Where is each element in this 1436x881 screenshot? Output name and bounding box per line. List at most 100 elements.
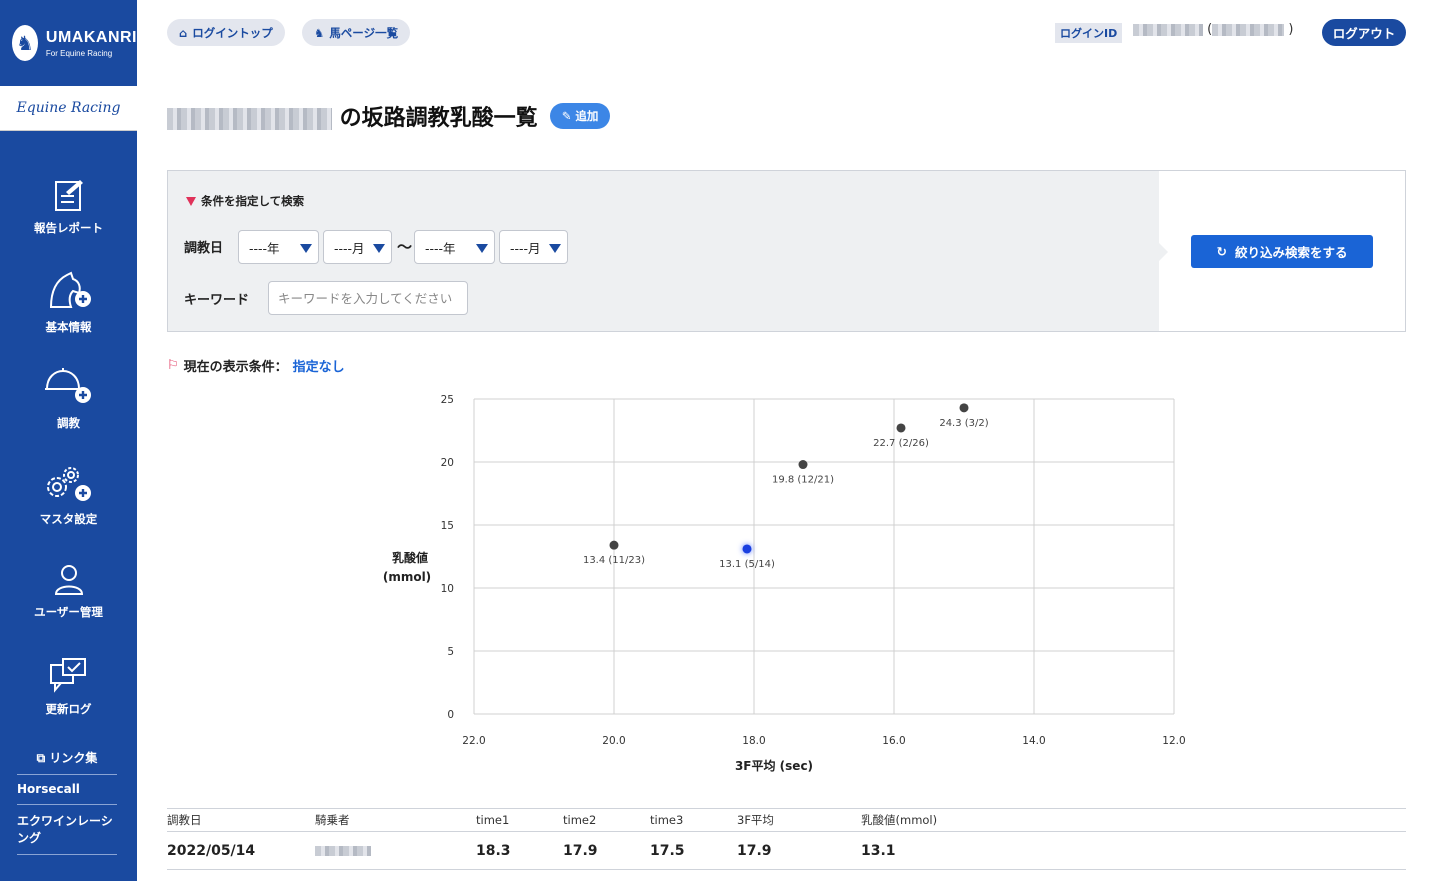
redacted-horse-name <box>167 108 332 130</box>
nav-item-training[interactable]: 調教 <box>0 351 137 447</box>
flag-icon: ⚐ <box>167 358 179 373</box>
cell-lactate: 13.1 <box>861 842 896 859</box>
cell-3f-avg: 17.9 <box>737 842 772 859</box>
gears-plus-icon <box>46 467 91 501</box>
training-table: 調教日 騎乗者 time1 time2 time3 3F平均 乳酸値(mmol)… <box>167 808 1406 870</box>
chevron-down-icon <box>300 244 312 253</box>
filter-search-button[interactable]: ↻ 絞り込み検索をする <box>1191 235 1373 268</box>
login-top-button[interactable]: ⌂ ログイントップ <box>167 19 285 46</box>
links-collection[interactable]: ⧉ リンク集 <box>17 742 117 775</box>
chat-check-icon <box>49 658 86 693</box>
user-icon <box>54 565 83 595</box>
lactate-scatter-chart: 22.0 20.0 18.0 16.0 14.0 12.0 25 20 15 10 5 0 3F平均 (… <box>383 394 1186 773</box>
brand-name: UMAKANRI <box>45 28 137 46</box>
x-axis-label: 3F平均 (sec) <box>735 758 813 773</box>
horse-logo-icon: ♞ <box>12 25 38 61</box>
table-row[interactable]: 2022/05/14 18.3 17.9 17.5 17.9 13.1 <box>167 832 1406 870</box>
nav-item-master-settings[interactable]: マスタ設定 <box>0 447 137 543</box>
x-tick-label: 16.0 <box>882 735 905 747</box>
nav-item-report[interactable]: 報告レポート <box>0 159 137 255</box>
cell-date: 2022/05/14 <box>167 842 256 859</box>
header-time3: time3 <box>650 813 684 827</box>
link-horsecall[interactable]: Horsecall <box>17 775 117 805</box>
refresh-icon: ↻ <box>1216 244 1227 259</box>
nav-item-update-log[interactable]: 更新ログ <box>0 639 137 735</box>
data-point <box>798 460 808 470</box>
main-content: ⌂ ログイントップ ♞ 馬ページ一覧 ログインID ( ) ログアウト の坂路調… <box>167 0 1406 881</box>
top-bar: ⌂ ログイントップ ♞ 馬ページ一覧 ログインID ( ) ログアウト <box>167 19 1406 47</box>
brand-tagline: For Equine Racing <box>45 48 113 58</box>
y-axis-unit-label: (mmol) <box>383 570 431 584</box>
y-tick-label: 0 <box>447 709 454 721</box>
external-link-icon: ⧉ <box>36 751 46 765</box>
nav-label: 基本情報 <box>45 320 92 334</box>
partner-logo[interactable]: Equine Racing <box>0 86 137 131</box>
chevron-down-icon <box>373 244 385 253</box>
redacted-user-id <box>1133 23 1203 36</box>
data-label: 13.1 (5/14) <box>719 559 775 570</box>
month-from-select[interactable]: ----月 <box>323 230 392 264</box>
y-tick-label: 10 <box>441 583 454 595</box>
year-from-select[interactable]: ----年 <box>238 230 319 264</box>
current-condition: ⚐ 現在の表示条件： 指定なし <box>167 356 345 375</box>
data-label: 19.8 (12/21) <box>772 475 834 486</box>
cell-time3: 17.5 <box>650 842 685 859</box>
page-title: の坂路調教乳酸一覧 ✎ 追加 <box>167 100 611 132</box>
horse-list-button[interactable]: ♞ 馬ページ一覧 <box>302 19 411 46</box>
table-header: 調教日 騎乗者 time1 time2 time3 3F平均 乳酸値(mmol) <box>167 808 1406 832</box>
month-to-select[interactable]: ----月 <box>499 230 568 264</box>
partner-logo-text: Equine Racing <box>16 100 121 116</box>
x-tick-label: 14.0 <box>1022 735 1045 747</box>
header-3f-avg: 3F平均 <box>737 813 774 827</box>
login-id-label: ログインID <box>1055 23 1123 43</box>
search-conditions: 条件を指定して検索 調教日 ----年 ----月 〜 ----年 ----月 … <box>168 171 1159 331</box>
pencil-icon: ✎ <box>561 109 572 123</box>
range-separator: 〜 <box>397 238 413 256</box>
nav-label: ユーザー管理 <box>34 605 103 619</box>
chevron-down-icon <box>549 244 561 253</box>
header-date: 調教日 <box>167 813 202 827</box>
nav-label: マスタ設定 <box>39 512 98 526</box>
condition-value[interactable]: 指定なし <box>293 356 345 375</box>
sidebar: ♞ UMAKANRI For Equine Racing Equine Raci… <box>0 0 137 881</box>
search-panel: 条件を指定して検索 調教日 ----年 ----月 〜 ----年 ----月 … <box>167 170 1406 332</box>
nav-label: 更新ログ <box>45 702 92 716</box>
date-label: 調教日 <box>184 241 224 256</box>
data-point <box>742 544 752 554</box>
y-tick-label: 25 <box>441 394 454 406</box>
panel-notch <box>1159 243 1168 261</box>
keyword-label: キーワード <box>184 293 250 308</box>
header-rider: 騎乗者 <box>315 813 350 827</box>
x-tick-label: 20.0 <box>602 735 625 747</box>
search-heading: 条件を指定して検索 <box>186 193 304 209</box>
data-label: 22.7 (2/26) <box>873 438 929 449</box>
header-time1: time1 <box>476 813 510 827</box>
x-tick-label: 18.0 <box>742 735 765 747</box>
data-point <box>959 403 969 413</box>
nav-label: 調教 <box>57 416 80 430</box>
chevron-down-icon <box>476 244 488 253</box>
y-tick-label: 5 <box>447 646 454 658</box>
helmet-plus-icon <box>44 368 91 403</box>
y-axis-label: 乳酸値 <box>392 550 428 565</box>
y-tick-label: 20 <box>441 457 454 469</box>
report-icon <box>54 180 83 211</box>
cell-time2: 17.9 <box>563 842 598 859</box>
header-lactate: 乳酸値(mmol) <box>861 813 938 827</box>
year-to-select[interactable]: ----年 <box>414 230 495 264</box>
keyword-input[interactable] <box>268 281 468 315</box>
logout-button[interactable]: ログアウト <box>1322 19 1406 46</box>
data-point <box>896 423 906 433</box>
nav-item-basic-info[interactable]: 基本情報 <box>0 255 137 351</box>
data-point <box>609 540 619 550</box>
header-time2: time2 <box>563 813 597 827</box>
nav-item-user-management[interactable]: ユーザー管理 <box>0 543 137 639</box>
link-equine-racing[interactable]: エクワインレーシング <box>17 805 117 855</box>
horse-plus-icon <box>49 271 91 308</box>
filter-icon <box>186 196 196 206</box>
x-tick-label: 22.0 <box>462 735 485 747</box>
login-user-name: ( ) <box>1133 22 1293 37</box>
add-button[interactable]: ✎ 追加 <box>549 103 611 129</box>
app-logo[interactable]: ♞ UMAKANRI For Equine Racing <box>0 0 137 86</box>
nav-label: 報告レポート <box>34 221 103 235</box>
